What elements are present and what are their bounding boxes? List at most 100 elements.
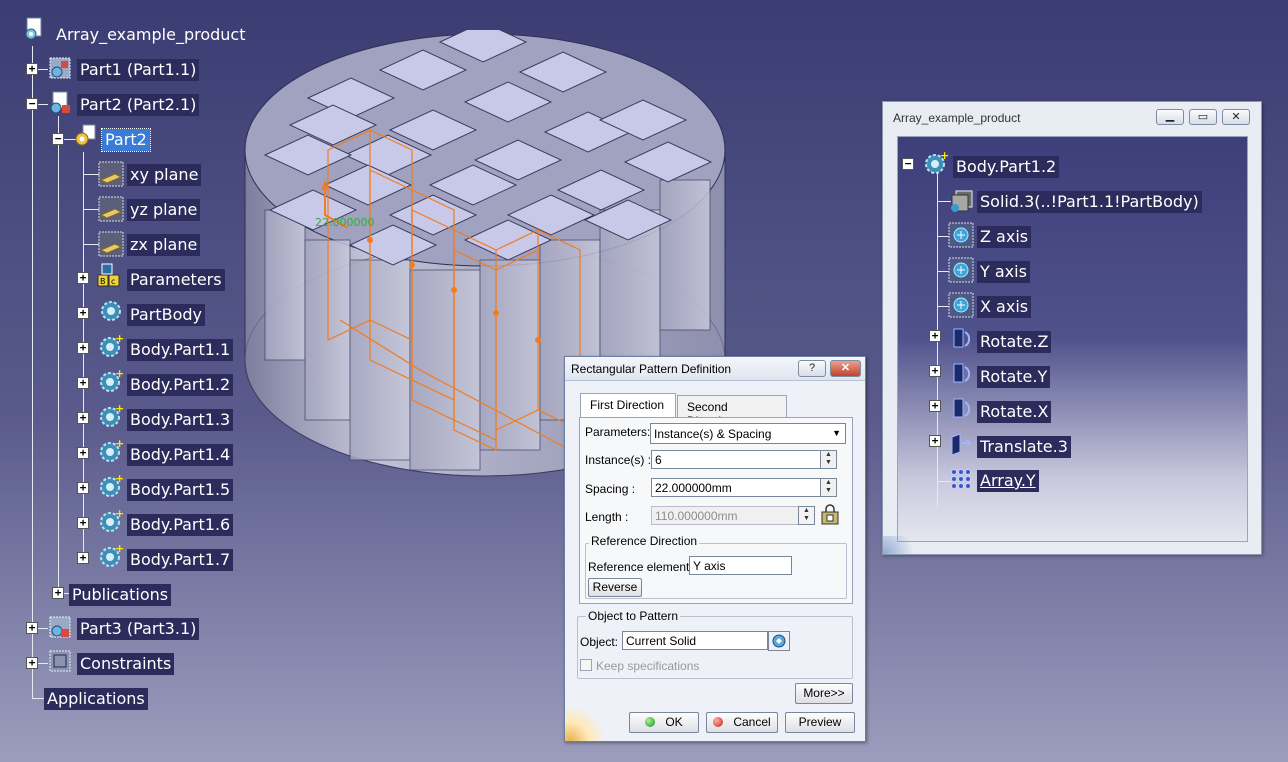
tree-node-part2[interactable]: Part2 (Part2.1) xyxy=(77,94,200,116)
window-close-button[interactable]: ✕ xyxy=(1222,109,1250,125)
tree-node-root[interactable]: Array_example_product xyxy=(53,24,249,46)
body-add-icon[interactable]: + xyxy=(98,402,124,429)
tree-node-body-part1-2[interactable]: Body.Part1.2 xyxy=(953,156,1060,178)
expand-icon[interactable]: + xyxy=(929,400,941,412)
expand-icon[interactable]: + xyxy=(77,552,89,564)
instances-input[interactable]: 6 xyxy=(651,450,826,469)
tree-node-part1[interactable]: Part1 (Part1.1) xyxy=(77,59,200,81)
translate-icon[interactable] xyxy=(948,431,974,457)
tree-node-part2-document[interactable]: Part2 xyxy=(101,128,151,152)
expand-icon[interactable]: + xyxy=(929,365,941,377)
body-gear-icon[interactable] xyxy=(98,298,124,324)
expand-icon[interactable]: + xyxy=(77,272,89,284)
body-add-icon[interactable]: + xyxy=(98,437,124,464)
preview-button[interactable]: Preview xyxy=(785,712,855,733)
parameters-select[interactable]: Instance(s) & Spacing ▼ xyxy=(650,423,846,444)
body-add-icon[interactable]: + xyxy=(98,542,124,569)
solid-icon[interactable] xyxy=(948,188,974,214)
tree-node-body[interactable]: Body.Part1.3 xyxy=(127,409,234,431)
tree-node-part3[interactable]: Part3 (Part3.1) xyxy=(77,618,200,640)
keep-specifications-checkbox[interactable] xyxy=(580,659,592,671)
expand-icon[interactable]: + xyxy=(77,307,89,319)
expand-icon[interactable]: + xyxy=(77,377,89,389)
expand-icon[interactable]: + xyxy=(26,657,38,669)
array-pattern-icon[interactable] xyxy=(948,466,974,492)
tab-first-direction[interactable]: First Direction xyxy=(580,393,676,418)
plane-icon[interactable] xyxy=(98,231,124,257)
tree-node-body[interactable]: Body.Part1.1 xyxy=(127,339,234,361)
rotate-icon[interactable] xyxy=(948,396,974,422)
body-add-icon[interactable]: + xyxy=(98,332,124,359)
tree-node-body[interactable]: Body.Part1.5 xyxy=(127,479,234,501)
tree-node-z-axis[interactable]: Z axis xyxy=(977,226,1032,248)
tree-node-body[interactable]: Body.Part1.6 xyxy=(127,514,234,536)
tree-node-partbody[interactable]: PartBody xyxy=(127,304,205,326)
part-instance-icon[interactable] xyxy=(47,55,73,81)
tree-node-zx-plane[interactable]: zx plane xyxy=(127,234,201,256)
close-button[interactable]: ✕ xyxy=(830,360,861,377)
reference-element-input[interactable]: Y axis xyxy=(689,556,792,575)
instances-spinner[interactable]: ▲ ▼ xyxy=(820,450,837,469)
body-add-icon[interactable]: + xyxy=(98,472,124,499)
spacing-input[interactable]: 22.000000mm xyxy=(651,478,826,497)
axis-icon[interactable] xyxy=(948,222,974,248)
plane-icon[interactable] xyxy=(98,161,124,187)
collapse-icon[interactable]: − xyxy=(902,158,914,170)
expand-icon[interactable]: + xyxy=(77,447,89,459)
tree-node-parameters[interactable]: Parameters xyxy=(127,269,225,291)
expand-icon[interactable]: + xyxy=(77,517,89,529)
formula-lock-icon[interactable] xyxy=(820,504,842,526)
tree-node-translate[interactable]: Translate.3 xyxy=(977,436,1071,458)
tree-node-y-axis[interactable]: Y axis xyxy=(977,261,1030,283)
tree-node-rotate-z[interactable]: Rotate.Z xyxy=(977,331,1052,353)
tree-node-body[interactable]: Body.Part1.2 xyxy=(127,374,234,396)
tab-second-direction[interactable]: Second Direction xyxy=(677,395,787,428)
parameters-icon[interactable]: Bc xyxy=(96,262,122,288)
object-selector-icon[interactable] xyxy=(768,631,790,651)
tree-node-applications[interactable]: Applications xyxy=(44,688,148,710)
body-add-icon[interactable]: + xyxy=(98,367,124,394)
tree-node-array-y[interactable]: Array.Y xyxy=(977,470,1039,492)
expand-icon[interactable]: + xyxy=(929,435,941,447)
tree-node-solid[interactable]: Solid.3(..!Part1.1!PartBody) xyxy=(977,191,1202,213)
axis-icon[interactable] xyxy=(948,257,974,283)
tree-node-x-axis[interactable]: X axis xyxy=(977,296,1032,318)
expand-icon[interactable]: + xyxy=(929,330,941,342)
help-button[interactable]: ? xyxy=(798,360,826,377)
part-instance-icon[interactable] xyxy=(47,614,73,640)
rotate-icon[interactable] xyxy=(948,326,974,352)
body-add-icon[interactable]: + xyxy=(923,149,949,176)
tree-node-yz-plane[interactable]: yz plane xyxy=(127,199,201,221)
tree-node-rotate-x[interactable]: Rotate.X xyxy=(977,401,1052,423)
product-icon[interactable] xyxy=(22,16,48,42)
ok-button[interactable]: OK xyxy=(629,712,699,733)
collapse-icon[interactable]: − xyxy=(52,133,64,145)
tree-node-rotate-y[interactable]: Rotate.Y xyxy=(977,366,1051,388)
tree-node-body[interactable]: Body.Part1.7 xyxy=(127,549,234,571)
object-input[interactable]: Current Solid xyxy=(622,631,768,650)
reverse-button[interactable]: Reverse xyxy=(588,578,642,597)
tree-node-body[interactable]: Body.Part1.4 xyxy=(127,444,234,466)
tree-node-publications[interactable]: Publications xyxy=(69,584,172,606)
constraints-icon[interactable] xyxy=(47,648,73,674)
plane-icon[interactable] xyxy=(98,196,124,222)
part-instance-icon[interactable] xyxy=(47,90,73,116)
part-gear-icon[interactable] xyxy=(72,123,98,149)
expand-icon[interactable]: + xyxy=(52,587,64,599)
expand-icon[interactable]: + xyxy=(26,63,38,75)
rotate-icon[interactable] xyxy=(948,361,974,387)
axis-icon[interactable] xyxy=(948,292,974,318)
expand-icon[interactable]: + xyxy=(77,342,89,354)
tree-node-xy-plane[interactable]: xy plane xyxy=(127,164,202,186)
expand-icon[interactable]: + xyxy=(77,482,89,494)
expand-icon[interactable]: + xyxy=(77,412,89,424)
collapse-icon[interactable]: − xyxy=(26,98,38,110)
minimize-button[interactable]: ▁ xyxy=(1156,109,1184,125)
more-button[interactable]: More>> xyxy=(795,683,853,704)
spacing-spinner[interactable]: ▲ ▼ xyxy=(820,478,837,497)
expand-icon[interactable]: + xyxy=(26,622,38,634)
cancel-button[interactable]: Cancel xyxy=(706,712,778,733)
tree-node-constraints[interactable]: Constraints xyxy=(77,653,175,675)
restore-button[interactable]: ▭ xyxy=(1189,109,1217,125)
body-add-icon[interactable]: + xyxy=(98,507,124,534)
